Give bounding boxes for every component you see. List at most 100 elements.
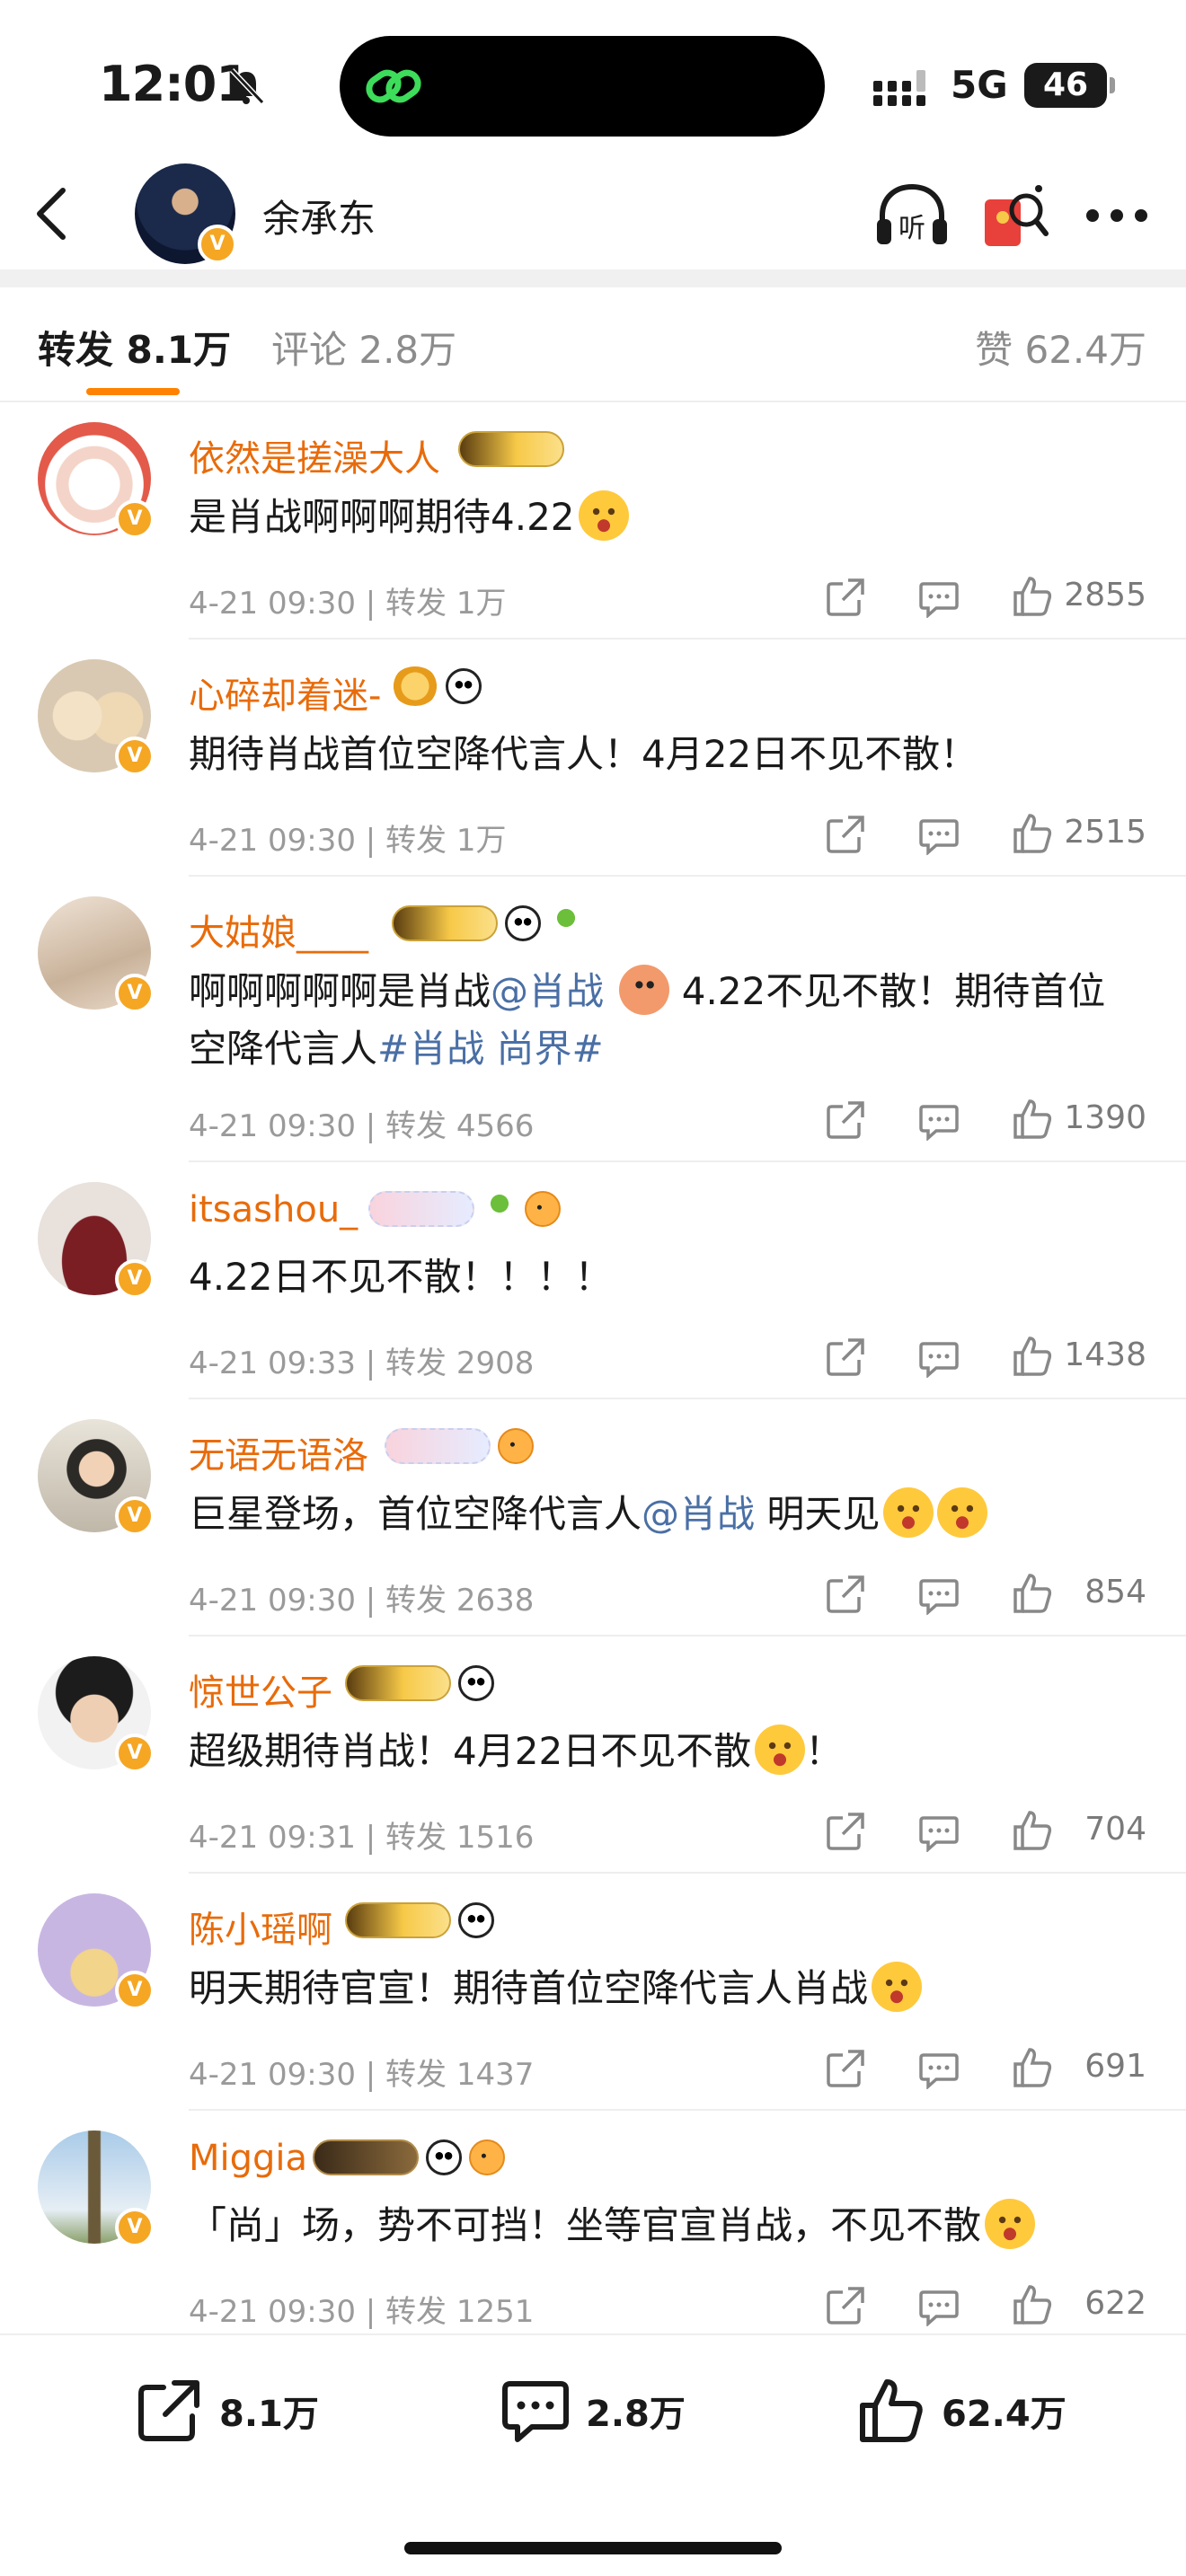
list-item[interactable]: V 心碎却着迷- 期待肖战首位空降代言人！4月22日不见不散！ 4-21 09:… xyxy=(0,640,1186,877)
comment-icon[interactable] xyxy=(918,578,960,618)
list-item[interactable]: V 陈小瑶啊 明天期待官宣！期待首位空降代言人肖战 4-21 09:30 | 转… xyxy=(0,1874,1186,2111)
pufferfish-badge-icon xyxy=(525,1191,561,1227)
thumbs-up-icon[interactable] xyxy=(1012,1098,1053,1141)
section-divider xyxy=(0,269,1186,287)
list-item[interactable]: V 无语无语洛 巨星登场，首位空降代言人@肖战 明天见 4-21 09:30 |… xyxy=(0,1399,1186,1636)
mention-link[interactable]: @肖战 xyxy=(491,969,604,1013)
comment-text: 4.22日不见不散！！！！ xyxy=(189,1255,613,1299)
share-icon[interactable] xyxy=(825,814,866,855)
comment-text: 明天期待官宣！期待首位空降代言人肖战 xyxy=(189,1960,1141,2017)
comment-icon[interactable] xyxy=(918,1575,960,1615)
share-icon[interactable] xyxy=(825,577,866,618)
comment-text-before: 啊啊啊啊啊是肖战 xyxy=(189,969,491,1013)
panda-badge-icon xyxy=(426,2139,462,2175)
meta-separator: | xyxy=(355,1820,386,1856)
username[interactable]: 心碎却着迷- xyxy=(189,666,381,719)
comment-date: 4-21 09:31 xyxy=(189,1820,356,1856)
share-icon[interactable] xyxy=(825,2048,866,2089)
home-indicator xyxy=(404,2542,782,2554)
comment-icon[interactable] xyxy=(918,1813,960,1852)
comment-button[interactable]: 2.8万 xyxy=(501,2375,686,2447)
repost-icon xyxy=(138,2380,199,2441)
panda-badge-icon xyxy=(446,668,482,704)
share-icon[interactable] xyxy=(825,1811,866,1852)
like-count: 2515 xyxy=(1064,814,1146,851)
verified-badge-icon: V xyxy=(115,1734,155,1773)
meta-separator: | xyxy=(355,1583,386,1619)
comment-meta: 4-21 09:33 | 转发 2908 xyxy=(189,1338,534,1382)
back-arrow-icon[interactable] xyxy=(25,181,79,246)
comment-meta: 4-21 09:30 | 转发 1万 xyxy=(189,578,507,622)
user-badges xyxy=(458,428,564,471)
crying-laugh-emoji-icon xyxy=(883,1487,934,1538)
user-badges xyxy=(345,1899,494,1942)
comment-icon[interactable] xyxy=(918,2287,960,2326)
comment-actions: 1390 xyxy=(787,1094,1146,1148)
share-icon[interactable] xyxy=(825,1337,866,1378)
comment-text: 「尚」场，势不可挡！坐等官宣肖战，不见不散 xyxy=(189,2197,1141,2254)
signal-icon xyxy=(873,70,925,106)
comment-icon[interactable] xyxy=(918,1338,960,1378)
listen-headphones-icon[interactable]: 听 xyxy=(873,181,951,250)
username[interactable]: 大姑娘____ xyxy=(189,904,368,956)
tab-repost[interactable]: 转发 8.1万 xyxy=(38,320,231,375)
bottom-action-bar: 8.1万 2.8万 62.4万 xyxy=(0,2333,1186,2576)
sprout-badge-icon xyxy=(482,1191,518,1227)
repost-button[interactable]: 8.1万 xyxy=(135,2375,319,2447)
username[interactable]: 惊世公子 xyxy=(189,1663,332,1716)
panda-badge-icon xyxy=(458,1665,494,1701)
comment-total: 2.8万 xyxy=(586,2394,686,2435)
thumbs-up-icon[interactable] xyxy=(1012,2283,1053,2326)
author-name[interactable]: 余承东 xyxy=(262,189,376,243)
list-item[interactable]: V Miggia 「尚」场，势不可挡！坐等官宣肖战，不见不散 4-21 09:3… xyxy=(0,2111,1186,2333)
panda-badge-icon xyxy=(505,905,541,941)
thumbs-up-icon[interactable] xyxy=(1012,575,1053,618)
share-icon[interactable] xyxy=(825,1099,866,1141)
comment-text-content: 「尚」场，势不可挡！坐等官宣肖战，不见不散 xyxy=(189,2203,982,2247)
list-item[interactable]: V 大姑娘____ 啊啊啊啊啊是肖战@肖战 4.22不见不散！期待首位空降代言人… xyxy=(0,877,1186,1162)
thumbs-up-icon[interactable] xyxy=(1012,1572,1053,1615)
username[interactable]: 陈小瑶啊 xyxy=(189,1901,332,1953)
red-packet-search-icon[interactable] xyxy=(979,180,1051,251)
meta-separator: | xyxy=(355,1345,386,1381)
hashtag-link[interactable]: #肖战 尚界# xyxy=(377,1027,604,1071)
fan-level-badge-icon xyxy=(368,1191,474,1227)
share-icon[interactable] xyxy=(825,1574,866,1615)
comment-actions: 2515 xyxy=(787,808,1146,862)
repost-count: 转发 1万 xyxy=(385,823,507,859)
thumbs-up-icon[interactable] xyxy=(1012,2046,1053,2089)
username[interactable]: itsashou_ xyxy=(189,1189,358,1231)
mention-link[interactable]: @肖战 xyxy=(642,1492,755,1536)
status-bar: 12:01 5G 46 xyxy=(0,0,1186,162)
verified-badge-icon: V xyxy=(198,225,237,264)
username[interactable]: Miggia xyxy=(189,2138,307,2179)
comment-bubble-icon xyxy=(502,2381,569,2442)
thumbs-up-icon[interactable] xyxy=(1012,1335,1053,1378)
comment-icon[interactable] xyxy=(918,1101,960,1141)
comment-actions: 854 xyxy=(787,1568,1146,1622)
tab-like[interactable]: 赞 62.4万 xyxy=(975,320,1146,375)
pufferfish-badge-icon xyxy=(498,1428,534,1464)
comment-icon[interactable] xyxy=(918,2050,960,2089)
username[interactable]: 无语无语洛 xyxy=(189,1426,368,1478)
comment-text-content: 超级期待肖战！4月22日不见不散 xyxy=(189,1729,752,1773)
share-icon[interactable] xyxy=(825,2285,866,2326)
tab-comment[interactable]: 评论 2.8万 xyxy=(271,320,456,375)
like-count: 2855 xyxy=(1064,577,1146,613)
network-type: 5G xyxy=(951,63,1008,107)
like-button[interactable]: 62.4万 xyxy=(857,2375,1067,2447)
thumbs-up-icon[interactable] xyxy=(1012,812,1053,855)
thumbs-up-icon[interactable] xyxy=(1012,1809,1053,1852)
meta-separator: | xyxy=(355,2057,386,2093)
list-item[interactable]: V 依然是搓澡大人 是肖战啊啊啊期待4.22 4-21 09:30 | 转发 1… xyxy=(0,402,1186,640)
list-item[interactable]: V 惊世公子 超级期待肖战！4月22日不见不散 ！ 4-21 09:31 | 转发… xyxy=(0,1636,1186,1874)
like-count: 704 xyxy=(1084,1811,1146,1848)
list-item[interactable]: V itsashou_ 4.22日不见不散！！！！ 4-21 09:33 | 转… xyxy=(0,1162,1186,1399)
comment-actions: 2855 xyxy=(787,571,1146,625)
username[interactable]: 依然是搓澡大人 xyxy=(189,429,440,481)
dynamic-island xyxy=(340,36,825,137)
comment-actions: 622 xyxy=(787,2280,1146,2333)
comment-icon[interactable] xyxy=(918,816,960,855)
more-options-icon[interactable] xyxy=(1084,198,1150,234)
like-total: 62.4万 xyxy=(942,2394,1067,2435)
